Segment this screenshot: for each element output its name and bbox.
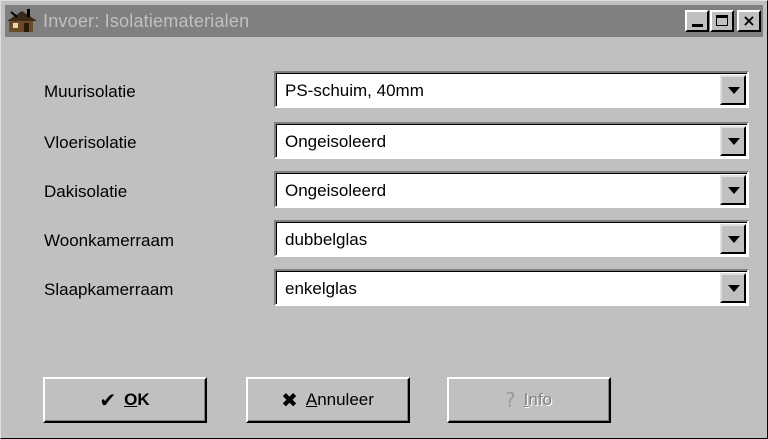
- field-row-dakisolatie: Dakisolatie Ongeisoleerd: [1, 171, 768, 211]
- maximize-icon: [716, 15, 728, 26]
- select-value: PS-schuim, 40mm: [285, 81, 424, 100]
- vloerisolatie-select[interactable]: Ongeisoleerd: [274, 122, 749, 159]
- dropdown-button[interactable]: [720, 175, 746, 205]
- minimize-button[interactable]: [685, 10, 709, 32]
- dropdown-button[interactable]: [720, 75, 746, 105]
- field-row-woonkamerraam: Woonkamerraam dubbelglas: [1, 220, 768, 260]
- select-value: Ongeisoleerd: [285, 181, 387, 200]
- x-icon: ✖: [281, 387, 298, 412]
- info-button[interactable]: ? Info: [447, 377, 611, 423]
- chevron-down-icon: [728, 187, 740, 194]
- dakisolatie-select[interactable]: Ongeisoleerd: [274, 171, 749, 208]
- question-icon: ?: [505, 387, 516, 412]
- chevron-down-icon: [728, 285, 740, 292]
- select-value: dubbelglas: [285, 230, 368, 249]
- select-value: Ongeisoleerd: [285, 132, 387, 151]
- muurisolatie-select[interactable]: PS-schuim, 40mm: [274, 71, 749, 108]
- house-icon: [7, 9, 37, 32]
- field-label: Vloerisolatie: [44, 133, 137, 152]
- slaapkamerraam-select[interactable]: enkelglas: [274, 269, 749, 306]
- field-label: Dakisolatie: [44, 182, 128, 201]
- ok-label: OK: [124, 389, 150, 409]
- close-icon: ×: [742, 11, 756, 30]
- ok-button[interactable]: ✔ OK: [43, 377, 207, 423]
- field-label: Slaapkamerraam: [44, 280, 174, 299]
- field-row-vloerisolatie: Vloerisolatie Ongeisoleerd: [1, 122, 768, 162]
- dropdown-button[interactable]: [720, 273, 746, 303]
- chevron-down-icon: [728, 236, 740, 243]
- title-bar[interactable]: Invoer: Isolatiematerialen ×: [5, 5, 763, 37]
- cancel-button[interactable]: ✖ Annuleer: [246, 377, 410, 423]
- chevron-down-icon: [728, 138, 740, 145]
- dropdown-button[interactable]: [720, 224, 746, 254]
- info-label: Info: [523, 389, 552, 409]
- field-row-slaapkamerraam: Slaapkamerraam enkelglas: [1, 269, 768, 309]
- field-label: Muurisolatie: [44, 82, 136, 101]
- field-label: Woonkamerraam: [44, 231, 175, 250]
- select-value: enkelglas: [285, 279, 357, 298]
- close-button[interactable]: ×: [737, 10, 761, 32]
- window-title: Invoer: Isolatiematerialen: [43, 11, 250, 31]
- field-row-muurisolatie: Muurisolatie PS-schuim, 40mm: [1, 71, 768, 111]
- dialog-window: Invoer: Isolatiematerialen × Muurisolati…: [0, 0, 768, 439]
- dropdown-button[interactable]: [720, 126, 746, 156]
- woonkamerraam-select[interactable]: dubbelglas: [274, 220, 749, 257]
- checkmark-icon: ✔: [99, 387, 117, 412]
- maximize-button[interactable]: [710, 10, 734, 32]
- cancel-label: Annuleer: [305, 389, 374, 409]
- chevron-down-icon: [728, 87, 740, 94]
- minimize-icon: [692, 24, 703, 27]
